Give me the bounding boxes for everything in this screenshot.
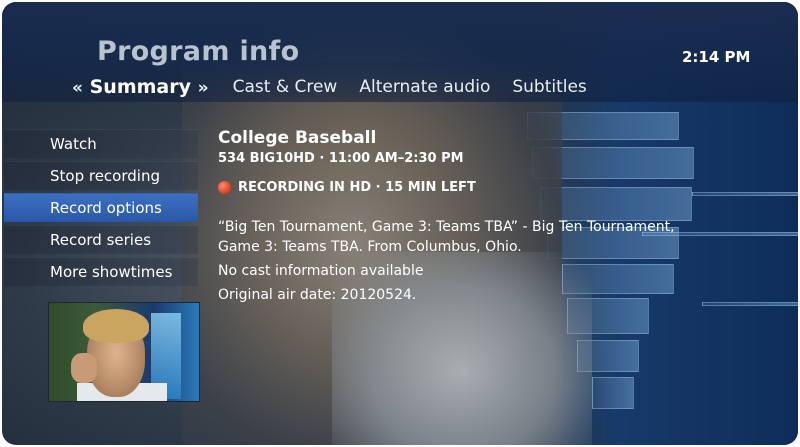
preview-hair <box>83 309 149 343</box>
media-center-screen: Program info 2:14 PM « Summary » Cast & … <box>2 2 798 445</box>
tab-summary-label: Summary <box>89 76 191 98</box>
recording-dot-icon <box>218 181 231 194</box>
program-title: College Baseball <box>218 128 377 148</box>
action-menu: Watch Stop recording Record options Reco… <box>4 129 198 289</box>
tab-summary[interactable]: « Summary » <box>72 76 209 98</box>
preview-hand <box>71 353 97 383</box>
cast-info: No cast information available <box>218 263 424 279</box>
clock: 2:14 PM <box>682 48 751 66</box>
tab-bar: « Summary » Cast & Crew Alternate audio … <box>72 74 609 100</box>
channel-time: 534 BIG10HD · 11:00 AM–2:30 PM <box>218 151 464 166</box>
original-air-date: Original air date: 20120524. <box>218 287 417 303</box>
page-title: Program info <box>97 36 300 67</box>
menu-item-stop-recording[interactable]: Stop recording <box>4 161 198 190</box>
background-graphic <box>592 377 634 409</box>
tab-cast-crew[interactable]: Cast & Crew <box>233 77 338 97</box>
tab-alternate-audio[interactable]: Alternate audio <box>359 77 490 97</box>
menu-item-record-series[interactable]: Record series <box>4 225 198 254</box>
tab-subtitles[interactable]: Subtitles <box>512 77 586 97</box>
chevron-right-icon: » <box>197 78 209 98</box>
chevron-left-icon: « <box>72 78 83 98</box>
menu-item-record-options[interactable]: Record options <box>4 193 198 222</box>
live-preview-thumbnail[interactable] <box>48 302 200 402</box>
recording-status-label: RECORDING IN HD · 15 MIN LEFT <box>238 180 476 195</box>
menu-item-more-showtimes[interactable]: More showtimes <box>4 257 198 286</box>
program-details: College Baseball 534 BIG10HD · 11:00 AM–… <box>218 128 718 305</box>
program-description: “Big Ten Tournament, Game 3: Teams TBA” … <box>218 219 675 255</box>
recording-status: RECORDING IN HD · 15 MIN LEFT <box>218 180 718 195</box>
menu-item-watch[interactable]: Watch <box>4 129 198 158</box>
